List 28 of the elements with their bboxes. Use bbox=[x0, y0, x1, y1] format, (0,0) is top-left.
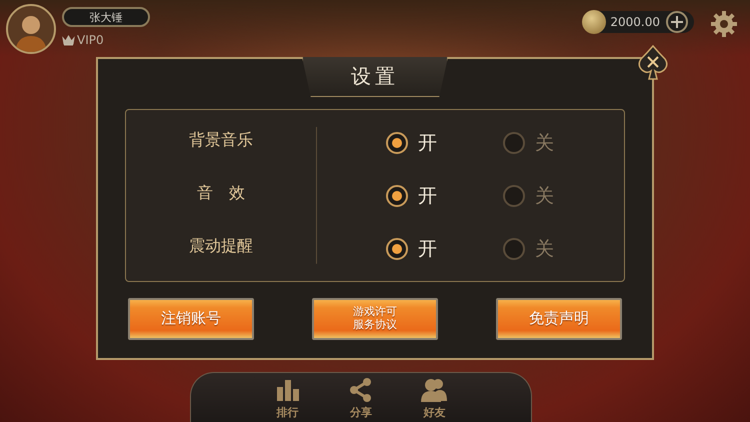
people-icon bbox=[421, 377, 448, 403]
dialog-button[interactable]: 游戏许可 服务协议 bbox=[312, 298, 438, 340]
dialog-button[interactable]: 注销账号 bbox=[128, 298, 254, 340]
radio-option[interactable]: 关 bbox=[503, 182, 554, 208]
setting-label: 背景音乐 bbox=[188, 130, 254, 150]
radio-option[interactable]: 开 bbox=[386, 130, 437, 156]
nav-tab[interactable]: 排行 bbox=[274, 377, 301, 422]
radio-option[interactable]: 关 bbox=[503, 130, 554, 156]
radio-option[interactable]: 开 bbox=[386, 182, 437, 208]
nav-tab[interactable]: 分享 bbox=[348, 377, 374, 422]
add-coins-button[interactable] bbox=[666, 11, 688, 33]
plus-icon bbox=[668, 13, 686, 31]
crown-icon bbox=[62, 34, 75, 46]
share-icon bbox=[348, 377, 374, 403]
radio-option[interactable]: 关 bbox=[503, 236, 554, 262]
radio-option[interactable]: 开 bbox=[386, 236, 437, 262]
dialog-title: 设置 bbox=[302, 57, 448, 97]
player-avatar[interactable] bbox=[6, 4, 56, 54]
settings-icon[interactable] bbox=[710, 10, 738, 38]
coin-icon bbox=[582, 10, 606, 34]
nav-tab[interactable]: 好友 bbox=[421, 377, 448, 422]
coin-balance: 2000.00 bbox=[610, 15, 660, 29]
dialog-button[interactable]: 免责声明 bbox=[496, 298, 622, 340]
setting-label: 震动提醒 bbox=[188, 236, 254, 256]
vip-level: VIP0 bbox=[77, 33, 104, 47]
bar-chart-icon bbox=[274, 377, 301, 403]
setting-label: 音 效 bbox=[196, 182, 246, 204]
player-name: 张大锤 bbox=[62, 7, 150, 27]
